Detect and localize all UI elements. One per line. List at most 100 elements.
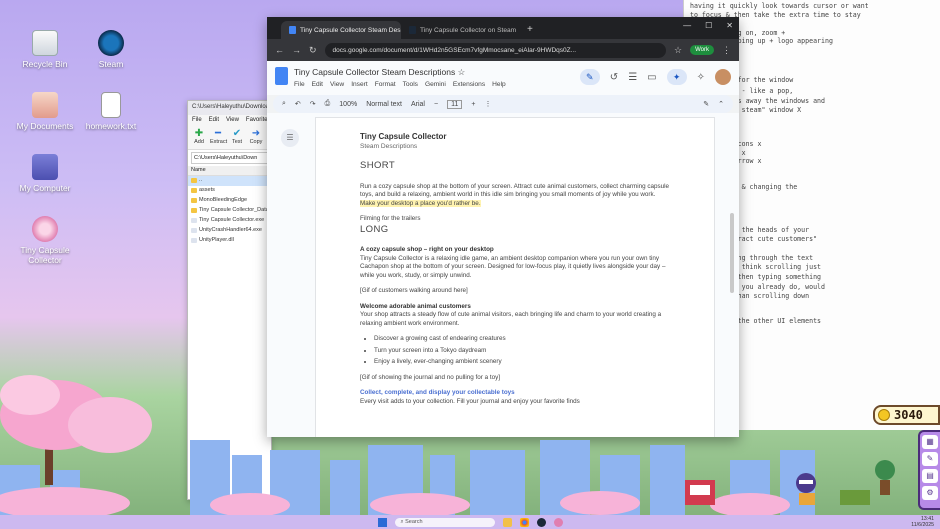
menu-view[interactable]: View <box>330 81 344 88</box>
menu-extensions[interactable]: Extensions <box>453 81 485 88</box>
back-icon[interactable]: ← <box>275 45 284 55</box>
explorer-address-bar[interactable]: C:\Users\Haleyuthu\Down <box>191 152 268 164</box>
desktop-icon-homework[interactable]: homework.txt <box>76 92 146 131</box>
desktop-icon-recycle-bin[interactable]: Recycle Bin <box>10 30 80 69</box>
bookmark-star-icon[interactable]: ☆ <box>674 45 682 56</box>
file-row[interactable]: .. <box>188 176 271 186</box>
outline-icon[interactable]: ☰ <box>281 129 299 147</box>
chrome-taskbar-icon[interactable] <box>519 517 529 527</box>
print-icon[interactable]: ⎙ <box>325 100 331 108</box>
file-row[interactable]: MonoBleedingEdge <box>188 196 271 206</box>
column-header-name[interactable]: Name <box>188 166 271 176</box>
minus-icon: ━ <box>214 128 222 139</box>
windows-start-icon[interactable] <box>377 517 387 527</box>
menu-format[interactable]: Format <box>375 81 396 88</box>
meet-icon[interactable]: ▭ <box>647 72 656 83</box>
section-title: Welcome adorable animal customers <box>360 302 471 310</box>
docs-header: Tiny Capsule Collector Steam Description… <box>267 61 739 95</box>
check-icon: ✔ <box>232 128 242 139</box>
add-button[interactable]: ✚ Add <box>191 128 207 147</box>
scrollbar[interactable] <box>730 213 734 293</box>
menu-edit[interactable]: Edit <box>312 81 323 88</box>
address-bar[interactable]: docs.google.com/document/d/1WHd2n5GSEcm7… <box>324 42 667 58</box>
spark-icon[interactable]: ✧ <box>697 72 705 83</box>
arrow-right-icon: ➜ <box>251 128 261 139</box>
steam-taskbar-icon[interactable] <box>536 517 546 527</box>
long-heading: LONG <box>360 223 389 235</box>
tab-strip: Tiny Capsule Collector Steam Des ✕ Tiny … <box>267 17 739 39</box>
menu-gemini[interactable]: Gemini <box>425 81 446 88</box>
journal-icon[interactable]: ▤ <box>922 469 938 483</box>
system-clock[interactable]: 13:41 11/6/2025 <box>911 516 934 528</box>
minimize-icon[interactable]: — <box>683 21 691 30</box>
new-tab-button[interactable]: + <box>521 24 539 39</box>
coin-counter: 3040 <box>873 405 940 425</box>
menu-edit[interactable]: Edit <box>209 117 219 124</box>
copy-button[interactable]: ➜ Copy <box>248 128 264 147</box>
test-button[interactable]: ✔ Test <box>229 128 245 147</box>
game-taskbar-icon[interactable] <box>553 517 563 527</box>
gemini-icon[interactable]: ✦ <box>666 69 687 85</box>
style-select[interactable]: Normal text <box>366 101 402 108</box>
game-scenery <box>0 375 895 515</box>
file-row[interactable]: UnityCrashHandler64.exe <box>188 226 271 236</box>
more-icon[interactable]: ⋮ <box>484 100 491 108</box>
desktop-icon-my-computer[interactable]: My Computer <box>10 154 80 193</box>
file-row[interactable]: Tiny Capsule Collector_Data <box>188 206 271 216</box>
redo-icon[interactable]: ↷ <box>310 100 316 108</box>
file-row[interactable]: UnityPlayer.dll <box>188 236 271 246</box>
plus-icon: ✚ <box>194 128 204 139</box>
tab-steam-page[interactable]: Tiny Capsule Collector on Steam ✕ <box>401 21 521 39</box>
explorer-menu: File Edit View Favorites <box>188 115 271 126</box>
font-size-input[interactable]: 11 <box>447 99 463 109</box>
font-select[interactable]: Arial <box>411 101 425 108</box>
font-size-increase-icon[interactable]: + <box>471 101 475 108</box>
edit-icon[interactable]: ✎ <box>922 452 938 466</box>
collapse-icon[interactable]: ⌃ <box>718 100 724 108</box>
desktop-icon-tiny-capsule-collector[interactable]: Tiny Capsule Collector <box>10 216 80 265</box>
reload-icon[interactable]: ↻ <box>309 45 317 56</box>
docs-toolbar: ⌕ ↶ ↷ ⎙ 100% Normal text Arial − 11 + ⋮ … <box>273 95 733 113</box>
menu-tools[interactable]: Tools <box>403 81 418 88</box>
short-heading: SHORT <box>360 159 396 171</box>
settings-icon[interactable]: ⚙ <box>922 486 938 500</box>
tab-steam-descriptions[interactable]: Tiny Capsule Collector Steam Des ✕ <box>281 21 401 39</box>
docs-logo-icon[interactable] <box>275 67 288 85</box>
edit-mode-icon[interactable]: ✎ <box>579 69 600 85</box>
star-icon[interactable]: ☆ <box>458 67 466 77</box>
desktop-icon-my-documents[interactable]: My Documents <box>10 92 80 131</box>
explorer-title: C:\Users\Haleyuthu\Downloads <box>188 101 271 115</box>
menu-insert[interactable]: Insert <box>351 81 368 88</box>
close-window-icon[interactable]: ✕ <box>726 21 733 30</box>
history-icon[interactable]: ↺ <box>610 72 618 83</box>
docs-menu-bar: File Edit View Insert Format Tools Gemin… <box>294 81 506 88</box>
shop-icon[interactable]: ▦ <box>922 435 938 449</box>
menu-file[interactable]: File <box>192 117 202 124</box>
extract-button[interactable]: ━ Extract <box>210 128 227 147</box>
doc-title[interactable]: Tiny Capsule Collector Steam Description… <box>294 67 506 78</box>
zoom-select[interactable]: 100% <box>339 101 357 108</box>
coin-amount: 3040 <box>894 408 923 422</box>
menu-file[interactable]: File <box>294 81 305 88</box>
undo-icon[interactable]: ↶ <box>295 100 301 108</box>
menu-view[interactable]: View <box>226 117 239 124</box>
forward-icon[interactable]: → <box>292 45 301 55</box>
search-icon: ⌕ <box>400 518 404 525</box>
maximize-icon[interactable]: ☐ <box>705 21 712 30</box>
profile-work-badge[interactable]: Work <box>690 45 714 55</box>
menu-kebab-icon[interactable]: ⋮ <box>722 45 731 56</box>
file-explorer-taskbar-icon[interactable] <box>502 517 512 527</box>
avatar[interactable] <box>715 69 731 85</box>
search-icon[interactable]: ⌕ <box>282 100 286 108</box>
menu-help[interactable]: Help <box>492 81 506 88</box>
comments-icon[interactable]: ☰ <box>628 72 637 83</box>
taskbar-search[interactable]: ⌕ Search <box>394 517 495 527</box>
file-row[interactable]: assets <box>188 186 271 196</box>
coin-icon <box>878 409 890 421</box>
desktop-icon-steam[interactable]: Steam <box>76 30 146 69</box>
doc-heading: Tiny Capsule Collector <box>360 132 447 141</box>
gif-note: [Gif of customers walking around here] <box>360 287 468 295</box>
file-row[interactable]: Tiny Capsule Collector.exe <box>188 216 271 226</box>
pen-icon[interactable]: ✎ <box>703 100 709 108</box>
font-size-decrease-icon[interactable]: − <box>434 101 438 108</box>
